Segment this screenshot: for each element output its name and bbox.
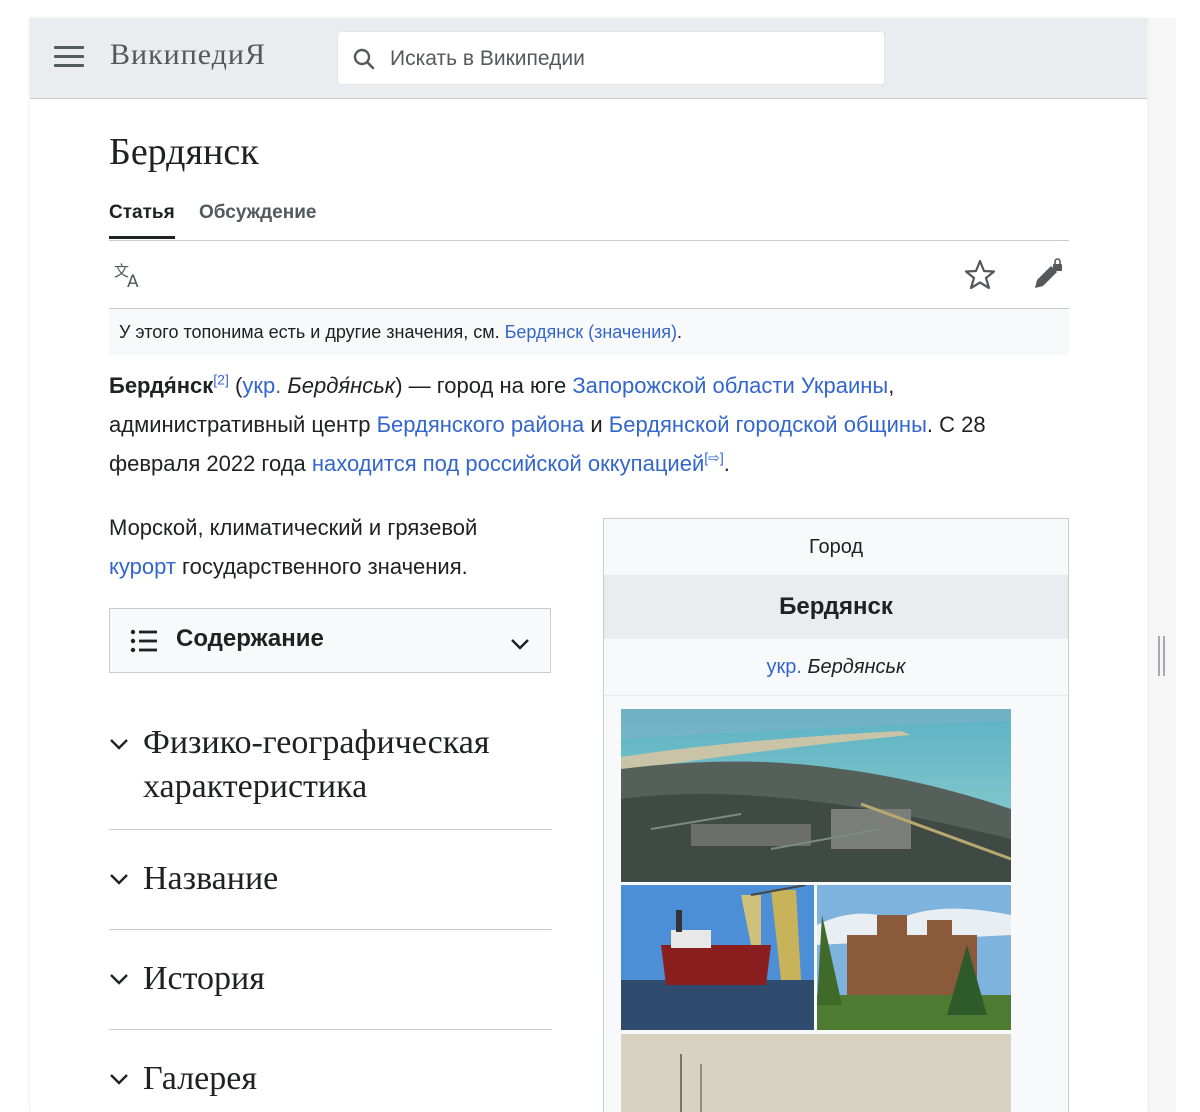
ukrainian-language-link[interactable]: укр. — [767, 656, 802, 678]
lead-text: и — [584, 412, 609, 437]
lead-text: . — [723, 451, 730, 476]
disambiguation-hatnote: У этого топонима есть и другие значения,… — [109, 309, 1069, 355]
site-header: ВикипедиЯ — [30, 18, 1147, 99]
chevron-down-icon — [110, 974, 128, 985]
lead-paragraph: Бердя́нск[2] (укр. Бердя́нськ) — город н… — [109, 366, 1049, 483]
page-title: Бердянск — [109, 131, 259, 173]
search-box[interactable] — [338, 32, 884, 86]
castle-photo[interactable] — [817, 885, 1011, 1030]
svg-text:A: A — [127, 272, 139, 290]
paragraph-text: государственного значения. — [175, 554, 468, 579]
hatnote-text: У этого топонима есть и другие значения,… — [119, 322, 505, 342]
chevron-down-icon — [110, 1074, 128, 1085]
occupation-link[interactable]: находится под российской оккупацией — [312, 451, 704, 476]
article-tabs: Статья Обсуждение — [109, 202, 1069, 241]
reference-2[interactable]: [2] — [213, 372, 229, 388]
hatnote-link[interactable]: Бердянск (значения) — [505, 322, 677, 342]
tab-discussion[interactable]: Обсуждение — [199, 202, 316, 236]
reference-arrow[interactable]: [⇨] — [704, 450, 724, 466]
right-gutter — [1148, 18, 1176, 1112]
section-title: Название — [143, 860, 279, 897]
historic-photo[interactable] — [621, 1034, 1011, 1112]
resort-link[interactable]: курорт — [109, 554, 176, 579]
lead-title-bold: Бердя́нск — [109, 373, 214, 398]
page-actions-toolbar: 文 A — [109, 248, 1069, 309]
search-input[interactable] — [388, 32, 872, 86]
mobile-page: ВикипедиЯ Бердянск Статья Обсуждение 文 A — [30, 18, 1147, 1112]
port-photo[interactable] — [621, 885, 814, 1030]
section-gallery[interactable]: Галерея — [109, 1029, 552, 1112]
berdyansk-district-link[interactable]: Бердянского района — [377, 412, 585, 437]
infobox-type: Город — [808, 536, 864, 558]
infobox: Город Бердянск укр. Бердянськ — [603, 518, 1069, 1112]
watch-star-icon[interactable] — [963, 258, 997, 292]
language-icon[interactable]: 文 A — [113, 260, 147, 290]
section-history[interactable]: История — [109, 929, 552, 1030]
hatnote-end: . — [677, 322, 683, 342]
tab-article[interactable]: Статья — [109, 202, 175, 239]
native-name: Бердя́нськ — [287, 373, 396, 398]
wikipedia-wordmark[interactable]: ВикипедиЯ — [110, 38, 266, 72]
aerial-city-photo[interactable] — [621, 709, 1011, 882]
section-name[interactable]: Название — [109, 829, 552, 930]
lead-text: ( — [228, 373, 243, 398]
section-title: Галерея — [143, 1060, 257, 1097]
list-icon — [130, 629, 157, 653]
chevron-down-icon — [110, 874, 128, 885]
search-icon — [353, 48, 375, 70]
toc-label: Содержание — [176, 625, 324, 652]
lead-text: ) — город на юге — [395, 373, 573, 398]
paragraph-text: Морской, климатический и грязевой — [109, 515, 478, 540]
chevron-down-icon — [511, 639, 529, 650]
infobox-title: Бердянск — [604, 575, 1068, 639]
browser-viewport: ВикипедиЯ Бердянск Статья Обсуждение 文 A — [0, 0, 1200, 1112]
section-title: История — [143, 960, 265, 997]
infobox-native-text: Бердянськ — [807, 656, 906, 678]
zaporozhye-oblast-link[interactable]: Запорожской области Украины — [572, 373, 888, 398]
section-physical-geography[interactable]: Физико-географическая характеристика — [109, 703, 552, 830]
table-of-contents-toggle[interactable]: Содержание — [109, 608, 551, 673]
infobox-native-name: укр. Бердянськ — [604, 639, 1068, 696]
chevron-down-icon — [110, 739, 128, 750]
ukrainian-language-link[interactable]: укр. — [242, 373, 281, 398]
hamburger-menu-icon[interactable] — [54, 46, 84, 70]
resort-paragraph: Морской, климатический и грязевой курорт… — [109, 508, 549, 586]
edit-locked-icon[interactable] — [1029, 258, 1065, 292]
resize-handle[interactable] — [1156, 636, 1166, 676]
section-title: Физико-географическая характеристика — [143, 724, 490, 805]
berdyansk-community-link[interactable]: Бердянской городской общины — [609, 412, 927, 437]
